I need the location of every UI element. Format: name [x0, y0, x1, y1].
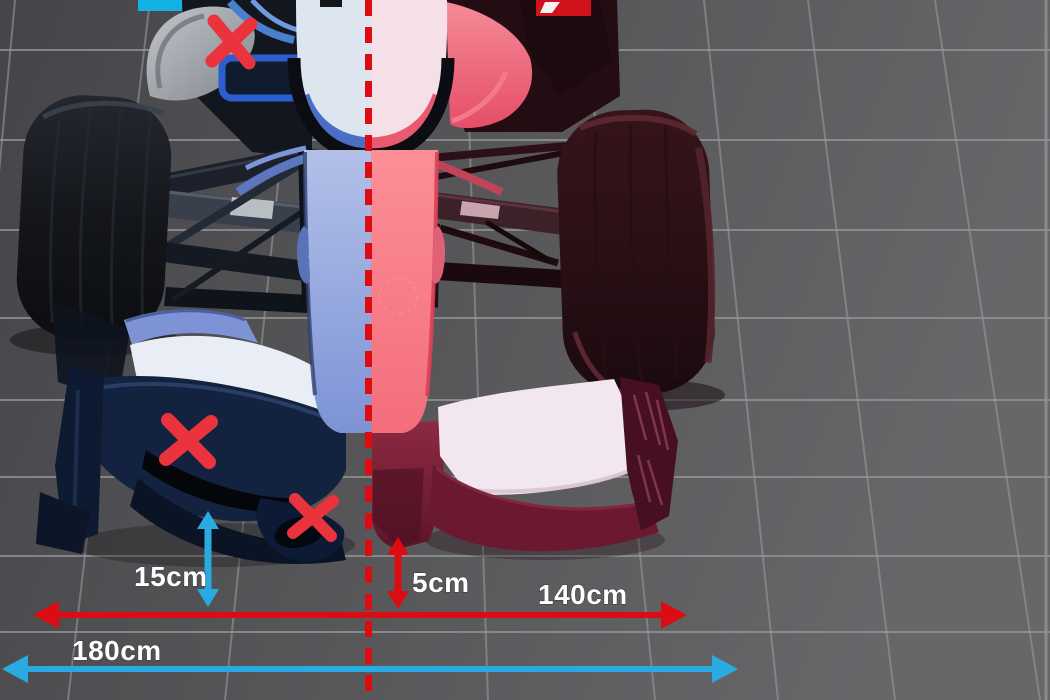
left-front-tire — [14, 92, 175, 343]
right-front-tire — [555, 107, 717, 398]
label-15cm: 15cm — [134, 561, 208, 592]
f1-front-wing-comparison: 15cm 5cm 140cm 180cm — [0, 0, 1050, 700]
left-mirror — [138, 0, 182, 11]
comparison-diagram-canvas: 15cm 5cm 140cm 180cm — [0, 0, 1050, 700]
label-140cm: 140cm — [538, 579, 628, 610]
label-180cm: 180cm — [72, 635, 162, 666]
label-5cm: 5cm — [412, 567, 470, 598]
